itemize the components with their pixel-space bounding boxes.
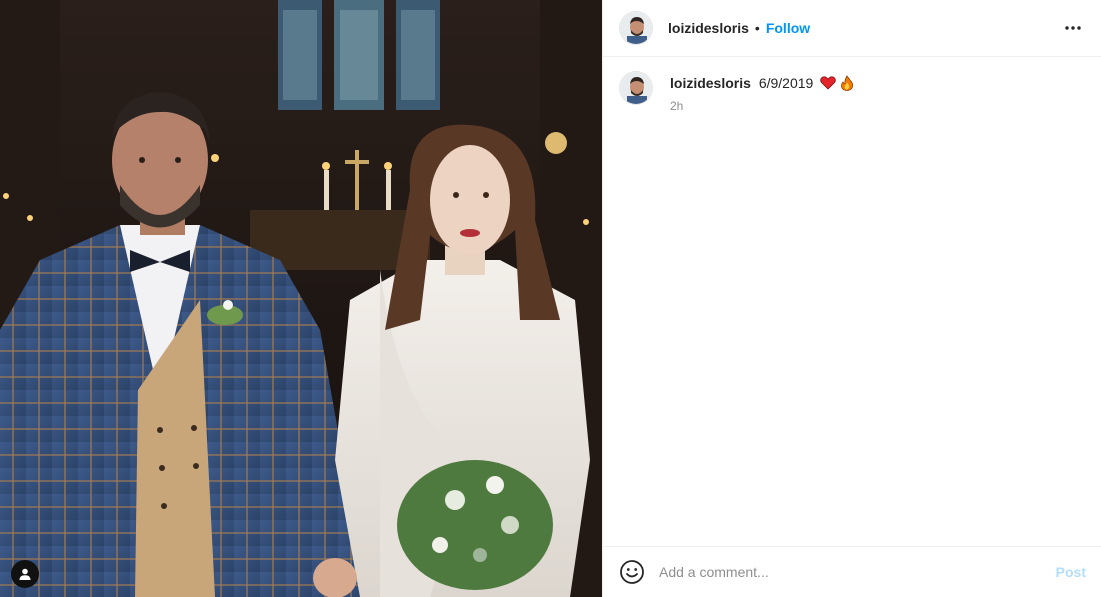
caption-username[interactable]: loizidesloris [670, 75, 751, 91]
post-side-panel: loizidesloris • Follow loizidesloris 6/9… [602, 0, 1101, 597]
caption-avatar[interactable] [619, 71, 653, 105]
emoji-icon[interactable] [619, 559, 645, 585]
more-options-icon [1065, 26, 1081, 30]
post-header: loizidesloris • Follow [603, 0, 1101, 57]
separator-dot: • [754, 20, 760, 36]
avatar[interactable] [619, 11, 653, 45]
more-options-button[interactable] [1061, 16, 1085, 40]
user-tag-icon [19, 568, 31, 580]
profile-avatar-image [620, 12, 652, 44]
caption-line: loizidesloris 6/9/2019 [670, 74, 854, 92]
post-comment-button[interactable]: Post [1056, 564, 1086, 580]
caption-body: loizidesloris 6/9/2019 2h [670, 74, 854, 113]
header-username[interactable]: loizidesloris [668, 20, 749, 36]
comment-bar: Post [603, 546, 1101, 597]
follow-button[interactable]: Follow [766, 20, 810, 36]
caption-avatar-image [620, 72, 652, 104]
post-timestamp[interactable]: 2h [670, 99, 854, 113]
user-tag-button[interactable] [11, 560, 39, 588]
fire-emoji-icon [841, 75, 854, 91]
post-photo[interactable] [0, 0, 602, 597]
caption-text: 6/9/2019 [758, 75, 814, 91]
post-caption: loizidesloris 6/9/2019 2h [603, 57, 1101, 127]
heart-emoji-icon [820, 76, 836, 90]
wedding-photo-image [0, 0, 602, 597]
comment-input[interactable] [659, 564, 1046, 580]
